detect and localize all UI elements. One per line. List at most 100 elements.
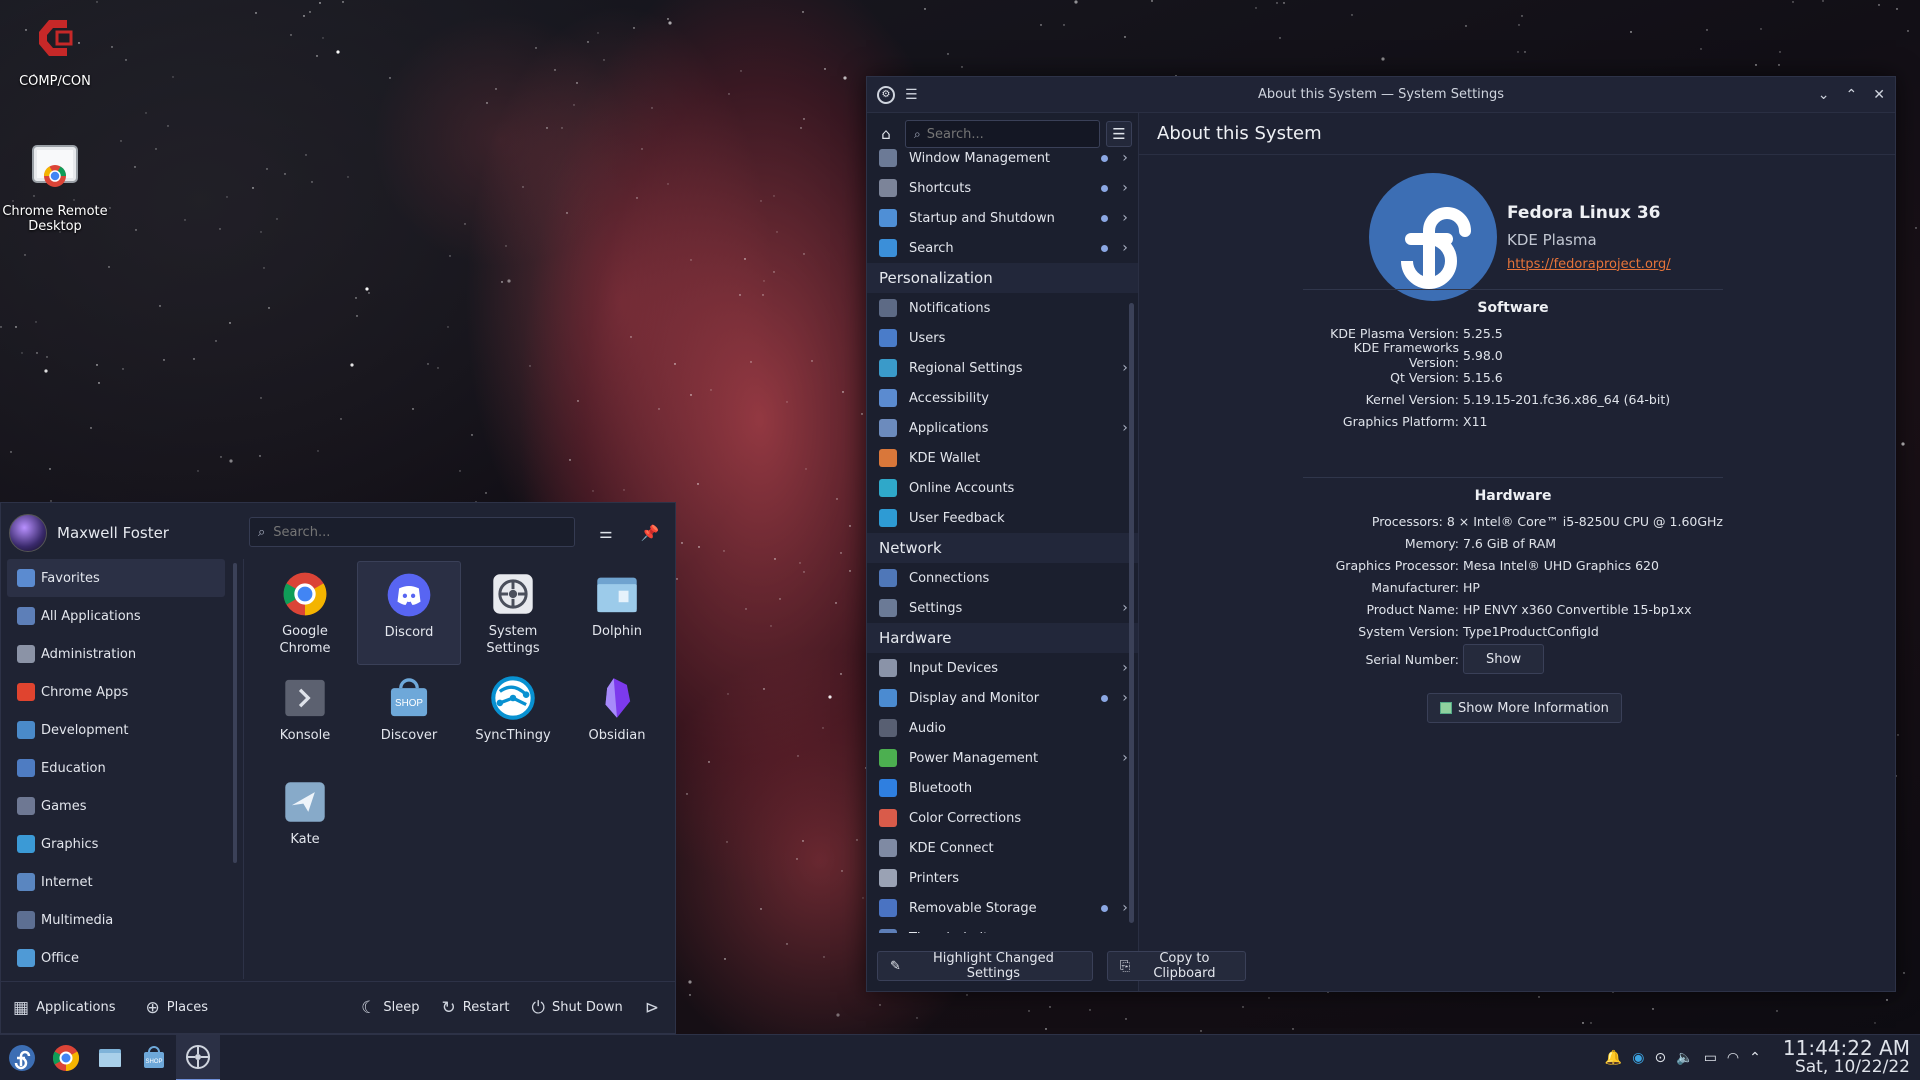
sidebar-item-kde-connect[interactable]: KDE Connect xyxy=(867,833,1138,863)
favorite-label: Dolphin xyxy=(592,624,642,639)
category-education[interactable]: Education xyxy=(7,749,241,787)
sidebar-item-settings[interactable]: Settings › xyxy=(867,593,1138,623)
sidebar-item-bluetooth[interactable]: Bluetooth xyxy=(867,773,1138,803)
changed-indicator-dot xyxy=(1101,154,1108,162)
favorite-syncthingy[interactable]: SyncThingy xyxy=(461,665,565,769)
sidebar-item-startup-and-shutdown[interactable]: Startup and Shutdown › xyxy=(867,203,1138,233)
tray-expand-icon[interactable]: ⌃ xyxy=(1749,1050,1761,1066)
sidebar-item-label: Notifications xyxy=(909,300,991,316)
category-multimedia[interactable]: Multimedia xyxy=(7,901,241,939)
sidebar-item-input-devices[interactable]: Input Devices › xyxy=(867,653,1138,683)
wifi-icon[interactable]: ◠ xyxy=(1727,1050,1739,1066)
launcher-search-box[interactable]: ⌕ xyxy=(249,517,575,547)
category-administration[interactable]: Administration xyxy=(7,635,241,673)
sidebar-item-power-management[interactable]: Power Management › xyxy=(867,743,1138,773)
category-graphics[interactable]: Graphics xyxy=(7,825,241,863)
sidebar-item-label: Window Management xyxy=(909,150,1051,166)
notifications-icon[interactable]: 🔔 xyxy=(1605,1050,1622,1066)
maximize-icon[interactable]: ⌃ xyxy=(1846,87,1858,103)
sidebar-item-printers[interactable]: Printers xyxy=(867,863,1138,893)
favorite-kate[interactable]: Kate xyxy=(253,769,357,873)
clock[interactable]: 11:44:22 AM Sat, 10/22/22 xyxy=(1783,1038,1910,1077)
sidebar-item-accessibility[interactable]: Accessibility xyxy=(867,383,1138,413)
sidebar-item-shortcuts[interactable]: Shortcuts › xyxy=(867,173,1138,203)
category-all-applications[interactable]: All Applications xyxy=(7,597,241,635)
sidebar-item-user-feedback[interactable]: User Feedback xyxy=(867,503,1138,533)
category-label: Development xyxy=(41,722,129,738)
distro-url-link[interactable]: https://fedoraproject.org/ xyxy=(1507,257,1671,272)
sidebar-item-window-management[interactable]: Window Management › xyxy=(867,143,1138,173)
desktop-icon-chrome-remote-desktop[interactable]: Chrome Remote Desktop xyxy=(0,140,110,234)
updates-icon[interactable]: ⊙ xyxy=(1655,1050,1667,1066)
places-tab[interactable]: ⊕ Places xyxy=(145,998,208,1018)
more-power-options-button[interactable]: ⊳ xyxy=(645,998,659,1018)
audio-icon xyxy=(879,719,897,737)
category-games[interactable]: Games xyxy=(7,787,241,825)
battery-icon[interactable]: ▭ xyxy=(1704,1050,1717,1066)
sleep-button[interactable]: ☾ Sleep xyxy=(361,998,419,1018)
favorites-grid: Google Chrome Discord System Settings Dolph… xyxy=(253,561,669,873)
sidebar-item-thunderbolt[interactable]: Thunderbolt xyxy=(867,923,1138,933)
sidebar-item-search[interactable]: Search › xyxy=(867,233,1138,263)
changed-indicator-dot xyxy=(1101,694,1108,702)
favorite-dolphin[interactable]: Dolphin xyxy=(565,561,669,665)
favorite-obsidian[interactable]: Obsidian xyxy=(565,665,669,769)
pin-icon[interactable]: 📌 xyxy=(637,520,663,546)
sidebar-item-audio[interactable]: Audio xyxy=(867,713,1138,743)
avatar[interactable] xyxy=(9,514,47,552)
taskbar-system-settings[interactable] xyxy=(176,1034,220,1080)
category-internet[interactable]: Internet xyxy=(7,863,241,901)
window-menu-icon[interactable]: ☰ xyxy=(905,87,918,103)
category-scrollbar[interactable] xyxy=(233,563,237,863)
taskbar-discover[interactable]: SHOP xyxy=(132,1035,176,1080)
restart-button[interactable]: ↻ Restart xyxy=(442,998,510,1018)
favorite-google-chrome[interactable]: Google Chrome xyxy=(253,561,357,665)
sidebar-item-color-corrections[interactable]: Color Corrections xyxy=(867,803,1138,833)
favorite-discord[interactable]: Discord xyxy=(357,561,461,665)
category-label: Internet xyxy=(41,874,93,890)
clock-date: Sat, 10/22/22 xyxy=(1794,1056,1910,1077)
sidebar-item-regional-settings[interactable]: Regional Settings › xyxy=(867,353,1138,383)
info-key: Memory: xyxy=(1404,535,1459,551)
volume-icon[interactable]: 🔈 xyxy=(1676,1050,1693,1066)
sidebar-item-kde-wallet[interactable]: KDE Wallet xyxy=(867,443,1138,473)
shutdown-button[interactable]: ⏻ Shut Down xyxy=(532,998,623,1018)
sidebar-item-display-and-monitor[interactable]: Display and Monitor › xyxy=(867,683,1138,713)
system-tray: 🔔 ◉ ⊙ 🔈 ▭ ◠ ⌃ 11:44:22 AM Sat, 10/22/22 xyxy=(1605,1038,1920,1077)
category-development[interactable]: Development xyxy=(7,711,241,749)
sidebar-item-removable-storage[interactable]: Removable Storage › xyxy=(867,893,1138,923)
taskbar-launcher-button[interactable] xyxy=(0,1035,44,1080)
sidebar-item-applications[interactable]: Applications › xyxy=(867,413,1138,443)
system-settings-app-icon[interactable]: ⚙ xyxy=(877,85,895,104)
favorite-system-settings[interactable]: System Settings xyxy=(461,561,565,665)
sidebar-item-connections[interactable]: Connections xyxy=(867,563,1138,593)
taskbar-chrome[interactable] xyxy=(44,1035,88,1080)
sidebar-item-users[interactable]: Users xyxy=(867,323,1138,353)
chevron-right-circle-icon: ⊳ xyxy=(644,997,659,1018)
discord-icon xyxy=(384,570,434,620)
title-bar[interactable]: ⚙ ☰ About this System — System Settings … xyxy=(867,77,1895,113)
applications-tab[interactable]: ▦ Applications xyxy=(13,998,115,1018)
taskbar-dolphin[interactable] xyxy=(88,1035,132,1080)
users-icon xyxy=(879,329,897,347)
launcher-search-input[interactable] xyxy=(273,524,544,540)
show-serial-button[interactable]: Show xyxy=(1463,644,1545,674)
sidebar-item-label: Removable Storage xyxy=(909,900,1037,916)
close-icon[interactable]: ✕ xyxy=(1873,87,1885,103)
syncthing-tray-icon[interactable]: ◉ xyxy=(1632,1050,1644,1066)
favorite-konsole[interactable]: Konsole xyxy=(253,665,357,769)
sidebar-item-online-accounts[interactable]: Online Accounts xyxy=(867,473,1138,503)
highlight-changed-settings-button[interactable]: ✎ Highlight Changed Settings xyxy=(877,951,1093,981)
category-office[interactable]: Office xyxy=(7,939,241,977)
sidebar-item-notifications[interactable]: Notifications xyxy=(867,293,1138,323)
sidebar-search-input[interactable] xyxy=(926,126,1077,142)
sidebar-scrollbar[interactable] xyxy=(1129,303,1134,923)
desktop-icon-label: Chrome Remote Desktop xyxy=(2,204,108,234)
favorite-discover[interactable]: SHOP Discover xyxy=(357,665,461,769)
show-more-information-button[interactable]: Show More Information xyxy=(1427,693,1622,723)
category-chrome-apps[interactable]: Chrome Apps xyxy=(7,673,241,711)
desktop-icon-compcon[interactable]: COMP/CON xyxy=(0,10,110,89)
category-favorites[interactable]: Favorites xyxy=(7,559,225,597)
minimize-icon[interactable]: ⌄ xyxy=(1818,87,1830,103)
configure-icon[interactable]: ⚌ xyxy=(593,520,619,546)
